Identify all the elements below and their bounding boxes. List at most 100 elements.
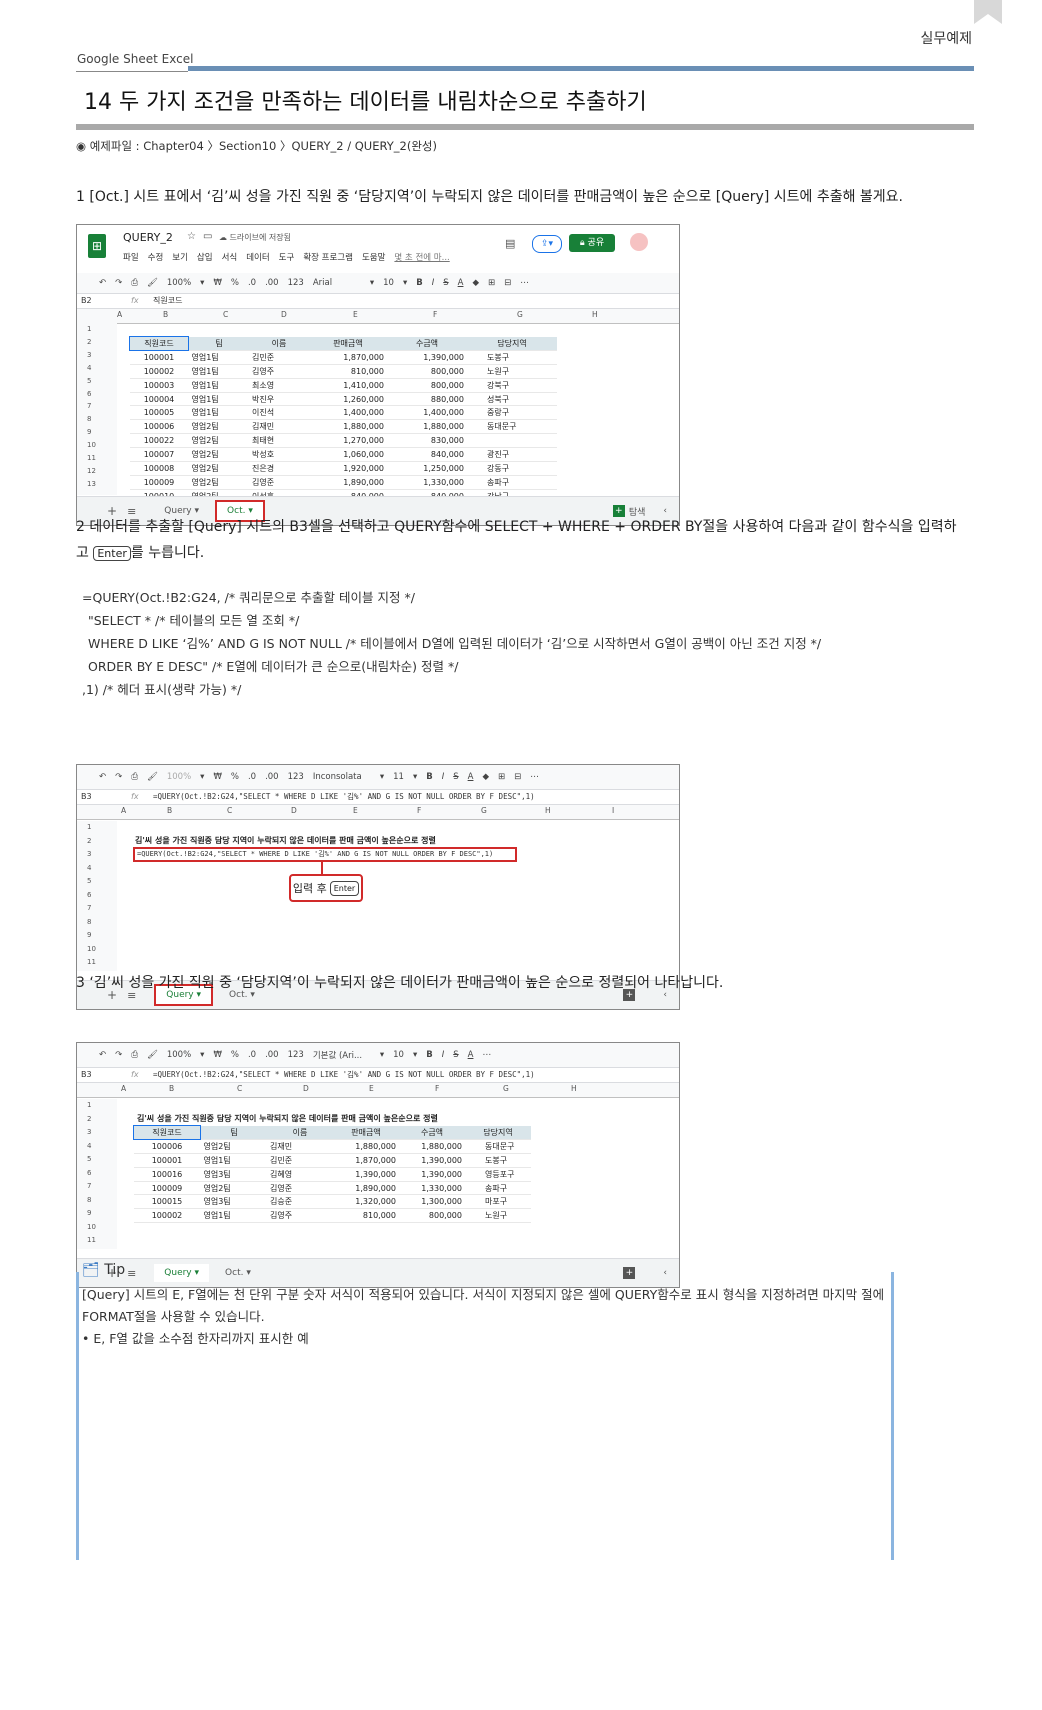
table-cell[interactable]: 810,000: [333, 1208, 399, 1224]
table-cell[interactable]: 광진구: [467, 447, 557, 463]
paint-format-icon[interactable]: 🖌︎: [147, 278, 158, 288]
col-F[interactable]: F: [433, 310, 437, 319]
table-cell[interactable]: 100009: [129, 475, 189, 490]
print-icon[interactable]: ⎙: [131, 278, 138, 288]
header-cell[interactable]: 판매금액: [309, 336, 387, 351]
table-cell[interactable]: 도봉구: [467, 350, 557, 365]
header-cell[interactable]: 수금액: [387, 336, 467, 351]
table-cell[interactable]: 영업1팀: [188, 364, 249, 379]
table-cell[interactable]: 1,390,000: [399, 1167, 465, 1182]
explore-icon[interactable]: +: [623, 1267, 636, 1279]
col-G[interactable]: G: [481, 806, 487, 815]
name-box[interactable]: B2: [77, 296, 131, 305]
table-cell[interactable]: 진은경: [249, 461, 309, 476]
table-cell[interactable]: 1,870,000: [333, 1153, 399, 1168]
table-cell[interactable]: 1,330,000: [387, 475, 467, 490]
decrease-decimal-button[interactable]: .0: [248, 772, 256, 782]
undo-icon[interactable]: ↶: [99, 772, 106, 782]
tab-oct[interactable]: Oct. ▾: [215, 1264, 261, 1282]
currency-button[interactable]: ₩: [213, 1050, 221, 1060]
header-cell[interactable]: 판매금액: [333, 1125, 399, 1140]
table-cell[interactable]: 100006: [133, 1139, 201, 1154]
redo-icon[interactable]: ↷: [115, 772, 122, 782]
format-select[interactable]: 123: [288, 278, 304, 288]
undo-icon[interactable]: ↶: [99, 278, 106, 288]
print-icon[interactable]: ⎙: [131, 772, 138, 782]
col-F[interactable]: F: [435, 1084, 439, 1093]
table-cell[interactable]: 영업2팀: [200, 1139, 267, 1154]
table-cell[interactable]: 100006: [129, 419, 189, 435]
table-cell[interactable]: 1,320,000: [333, 1194, 399, 1210]
paint-format-icon[interactable]: 🖌︎: [147, 1050, 158, 1060]
table-cell[interactable]: 성북구: [467, 392, 557, 407]
table-cell[interactable]: 1,890,000: [333, 1181, 399, 1196]
bold-button[interactable]: B: [416, 278, 422, 288]
table-cell[interactable]: 100005: [129, 405, 189, 421]
col-A[interactable]: A: [121, 1084, 126, 1093]
table-cell[interactable]: 도봉구: [465, 1153, 531, 1168]
table-cell[interactable]: 영업1팀: [188, 378, 249, 393]
header-cell[interactable]: 팀: [188, 336, 249, 351]
table-cell[interactable]: 830,000: [387, 433, 467, 449]
formula-input[interactable]: =QUERY(Oct.!B2:G24,"SELECT * WHERE D LIK…: [153, 791, 535, 802]
table-cell[interactable]: 김영주: [267, 1208, 333, 1224]
table-cell[interactable]: 1,880,000: [387, 419, 467, 435]
header-cell[interactable]: 직원코드: [129, 336, 189, 351]
last-edit-link[interactable]: 몇 초 전에 마...: [394, 251, 449, 263]
table-cell[interactable]: 100002: [129, 364, 189, 379]
table-cell[interactable]: 100001: [129, 350, 189, 365]
table-cell[interactable]: 1,390,000: [399, 1153, 465, 1168]
doc-title[interactable]: QUERY_2: [123, 231, 173, 244]
text-color-button[interactable]: A: [458, 278, 464, 288]
table-cell[interactable]: 1,870,000: [309, 350, 387, 365]
font-select[interactable]: Inconsolata: [313, 772, 371, 782]
header-cell[interactable]: 담당지역: [465, 1125, 531, 1140]
title-cell[interactable]: 김'씨 성을 가진 직원중 담당 지역이 누락되지 않은 데이터를 판매 금액이…: [135, 835, 436, 846]
percent-button[interactable]: %: [231, 278, 239, 288]
title-cell[interactable]: 김'씨 성을 가진 직원중 담당 지역이 누락되지 않은 데이터를 판매 금액이…: [137, 1113, 438, 1124]
table-cell[interactable]: 1,410,000: [309, 378, 387, 393]
table-cell[interactable]: 800,000: [387, 378, 467, 393]
col-B[interactable]: B: [169, 1084, 174, 1093]
table-cell[interactable]: 100016: [133, 1167, 201, 1182]
table-cell[interactable]: 100008: [129, 461, 189, 476]
text-color-button[interactable]: A: [468, 772, 474, 782]
col-H[interactable]: H: [592, 310, 598, 319]
borders-icon[interactable]: ⊞: [488, 278, 495, 288]
table-cell[interactable]: 동대문구: [467, 419, 557, 435]
table-cell[interactable]: 노원구: [465, 1208, 531, 1224]
table-cell[interactable]: 김영준: [267, 1181, 333, 1196]
table-cell[interactable]: 강동구: [467, 461, 557, 476]
text-color-button[interactable]: A: [468, 1050, 474, 1060]
menu-insert[interactable]: 삽입: [197, 251, 213, 263]
table-cell[interactable]: 1,880,000: [399, 1139, 465, 1154]
italic-button[interactable]: I: [442, 772, 445, 782]
col-A[interactable]: A: [117, 310, 122, 319]
formula-cell-b3[interactable]: =QUERY(Oct.!B2:G24,"SELECT * WHERE D LIK…: [133, 847, 517, 862]
table-cell[interactable]: 1,330,000: [399, 1181, 465, 1196]
col-H[interactable]: H: [545, 806, 551, 815]
table-cell[interactable]: 박진우: [249, 392, 309, 407]
col-C[interactable]: C: [237, 1084, 242, 1093]
col-G[interactable]: G: [503, 1084, 509, 1093]
table-cell[interactable]: 중랑구: [467, 405, 557, 421]
table-cell[interactable]: 100003: [129, 378, 189, 393]
borders-icon[interactable]: ⊞: [498, 772, 505, 782]
percent-button[interactable]: %: [231, 1050, 239, 1060]
col-E[interactable]: E: [353, 806, 358, 815]
star-icon[interactable]: ☆: [187, 231, 196, 242]
table-cell[interactable]: 100007: [129, 447, 189, 463]
header-cell[interactable]: 팀: [200, 1125, 267, 1140]
col-E[interactable]: E: [369, 1084, 374, 1093]
col-F[interactable]: F: [417, 806, 421, 815]
increase-decimal-button[interactable]: .00: [265, 772, 279, 782]
zoom-select[interactable]: 100%: [167, 278, 191, 288]
table-cell[interactable]: 1,270,000: [309, 433, 387, 449]
col-C[interactable]: C: [227, 806, 232, 815]
table-cell[interactable]: 1,920,000: [309, 461, 387, 476]
table-cell[interactable]: 880,000: [387, 392, 467, 407]
table-cell[interactable]: 100004: [129, 392, 189, 407]
table-cell[interactable]: 100009: [133, 1181, 201, 1196]
header-cell[interactable]: 담당지역: [467, 336, 557, 351]
comment-icon[interactable]: ▤: [505, 237, 515, 250]
